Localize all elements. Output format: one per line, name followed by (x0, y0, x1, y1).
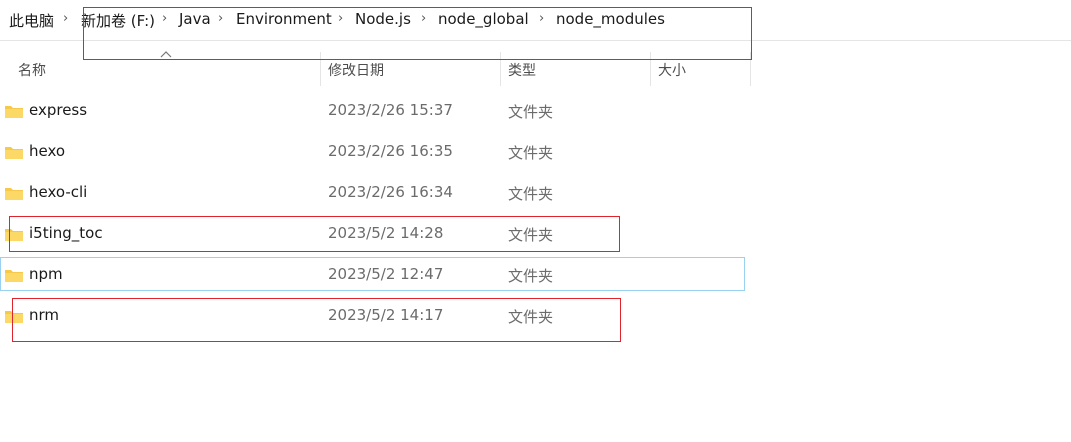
column-type[interactable]: 类型 (508, 60, 536, 80)
file-date: 2023/2/26 15:37 (328, 101, 453, 119)
file-name: hexo-cli (29, 183, 88, 201)
folder-icon (5, 144, 23, 159)
file-type: 文件夹 (508, 103, 554, 121)
folder-icon (5, 103, 23, 118)
file-name: express (29, 101, 88, 119)
file-name: hexo (29, 142, 66, 160)
list-item[interactable]: hexo-cli 2023/2/26 16:34 文件夹 (0, 173, 746, 213)
list-item[interactable]: express 2023/2/26 15:37 文件夹 (0, 91, 746, 131)
column-name[interactable]: 名称 (18, 60, 46, 80)
annotation-box (83, 7, 752, 60)
list-item[interactable]: hexo 2023/2/26 16:35 文件夹 (0, 132, 746, 172)
breadcrumb-item-this-pc[interactable]: 此电脑 (9, 10, 54, 31)
column-date[interactable]: 修改日期 (328, 60, 384, 80)
file-type: 文件夹 (508, 144, 554, 162)
file-type: 文件夹 (508, 185, 554, 203)
chevron-right-icon[interactable]: › (63, 11, 68, 26)
file-date: 2023/2/26 16:35 (328, 142, 453, 160)
folder-icon (5, 185, 23, 200)
column-size[interactable]: 大小 (658, 60, 686, 80)
annotation-box (9, 216, 620, 252)
row-hover-outline (0, 257, 745, 291)
file-date: 2023/2/26 16:34 (328, 183, 453, 201)
annotation-box (12, 298, 621, 342)
